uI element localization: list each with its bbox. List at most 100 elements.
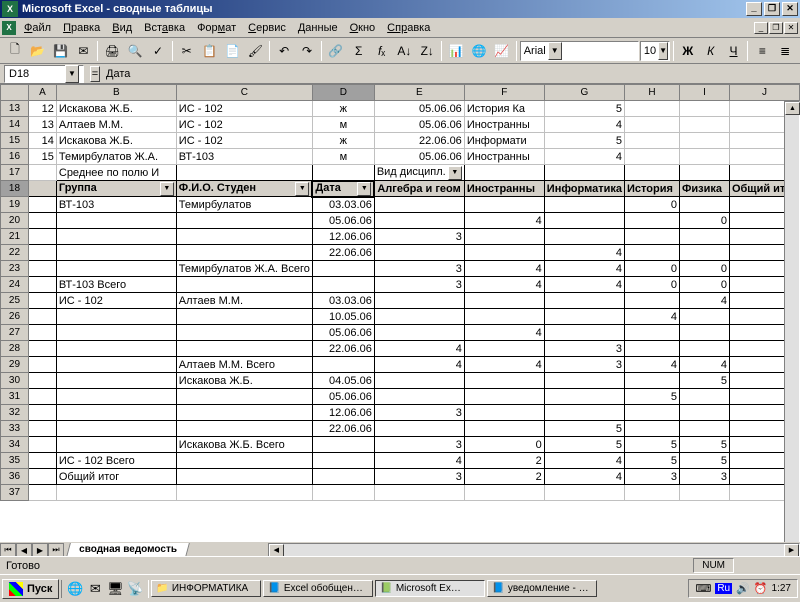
cell[interactable] bbox=[544, 325, 624, 341]
scroll-up-button[interactable]: ▲ bbox=[785, 102, 800, 115]
task-excel-active[interactable]: 📗Microsoft Ex… bbox=[375, 580, 485, 597]
cell[interactable]: 5 bbox=[679, 437, 729, 453]
open-button[interactable]: 📂 bbox=[27, 40, 49, 62]
cell[interactable] bbox=[679, 405, 729, 421]
cell[interactable]: 13 bbox=[28, 117, 56, 133]
cell[interactable] bbox=[679, 133, 729, 149]
col-header-i[interactable]: I bbox=[679, 85, 729, 101]
cell[interactable]: ж bbox=[312, 101, 374, 117]
cell[interactable]: 5 bbox=[625, 389, 680, 405]
cell[interactable]: Физика bbox=[679, 181, 729, 197]
cell[interactable] bbox=[312, 453, 374, 469]
align-center-button[interactable]: ≣ bbox=[774, 40, 796, 62]
cell[interactable] bbox=[374, 389, 464, 405]
cell[interactable] bbox=[679, 325, 729, 341]
cell[interactable]: 4 bbox=[464, 261, 544, 277]
task-folder[interactable]: 📁ИНФОРМАТИКА bbox=[151, 580, 261, 597]
dropdown-icon[interactable]: ▼ bbox=[160, 182, 174, 196]
cell[interactable] bbox=[312, 261, 374, 277]
cell[interactable]: 03.03.06 bbox=[312, 197, 374, 213]
cell[interactable] bbox=[464, 197, 544, 213]
cell[interactable] bbox=[464, 245, 544, 261]
row-header[interactable]: 34 bbox=[1, 437, 29, 453]
cell[interactable] bbox=[176, 389, 312, 405]
align-left-button[interactable]: ≡ bbox=[751, 40, 773, 62]
save-button[interactable]: 💾 bbox=[50, 40, 72, 62]
cell[interactable] bbox=[374, 213, 464, 229]
col-header-a[interactable]: A bbox=[28, 85, 56, 101]
cell[interactable]: 4 bbox=[464, 277, 544, 293]
redo-button[interactable]: ↷ bbox=[296, 40, 318, 62]
cell[interactable]: История bbox=[625, 181, 680, 197]
cell[interactable]: 4 bbox=[464, 357, 544, 373]
cell[interactable] bbox=[544, 389, 624, 405]
cell[interactable]: м bbox=[312, 149, 374, 165]
row-header[interactable]: 33 bbox=[1, 421, 29, 437]
row-header[interactable]: 35 bbox=[1, 453, 29, 469]
cell[interactable]: 4 bbox=[544, 469, 624, 485]
cell[interactable] bbox=[679, 421, 729, 437]
pivot-group-field[interactable]: Группа▼ bbox=[56, 181, 176, 197]
cell[interactable]: 05.06.06 bbox=[312, 389, 374, 405]
cell[interactable]: 12 bbox=[28, 101, 56, 117]
row-header[interactable]: 25 bbox=[1, 293, 29, 309]
copy-button[interactable]: 📋 bbox=[199, 40, 221, 62]
cell[interactable]: 04.05.06 bbox=[312, 373, 374, 389]
chevron-down-icon[interactable]: ▼ bbox=[548, 42, 562, 60]
pivot-col-field[interactable]: Вид дисципл.▼ bbox=[374, 165, 464, 181]
cell[interactable] bbox=[625, 341, 680, 357]
cell[interactable] bbox=[625, 405, 680, 421]
cell[interactable]: 12.06.06 bbox=[312, 229, 374, 245]
col-header-d[interactable]: D bbox=[312, 85, 374, 101]
cell[interactable]: Алтаев М.М. Всего bbox=[176, 357, 312, 373]
cell[interactable]: 05.06.06 bbox=[312, 325, 374, 341]
sort-desc-button[interactable]: Z↓ bbox=[416, 40, 438, 62]
cell[interactable] bbox=[679, 245, 729, 261]
cell[interactable]: ИС - 102 bbox=[176, 133, 312, 149]
cell[interactable]: 0 bbox=[625, 277, 680, 293]
cell[interactable]: 4 bbox=[544, 277, 624, 293]
cell[interactable]: 4 bbox=[464, 325, 544, 341]
cell[interactable] bbox=[625, 117, 680, 133]
cell[interactable]: м bbox=[312, 117, 374, 133]
cell[interactable] bbox=[464, 229, 544, 245]
pivot-date-field[interactable]: Дата▼ bbox=[312, 181, 374, 197]
cell[interactable]: 3 bbox=[544, 341, 624, 357]
cell[interactable]: Темирбулатов bbox=[176, 197, 312, 213]
menu-insert[interactable]: Вставка bbox=[138, 20, 191, 36]
row-header[interactable]: 13 bbox=[1, 101, 29, 117]
cell[interactable]: 3 bbox=[374, 405, 464, 421]
cell[interactable] bbox=[679, 341, 729, 357]
cell[interactable]: 0 bbox=[679, 213, 729, 229]
cell[interactable] bbox=[56, 373, 176, 389]
tray-clock[interactable]: 1:27 bbox=[772, 583, 791, 594]
cell[interactable] bbox=[464, 341, 544, 357]
dropdown-icon[interactable]: ▼ bbox=[448, 166, 462, 180]
font-size-combo[interactable]: 10 ▼ bbox=[640, 41, 670, 61]
cell[interactable] bbox=[56, 437, 176, 453]
row-header[interactable]: 21 bbox=[1, 229, 29, 245]
cell[interactable] bbox=[625, 325, 680, 341]
pivot-name-field[interactable]: Ф.И.О. Студен▼ bbox=[176, 181, 312, 197]
cell[interactable]: 0 bbox=[679, 277, 729, 293]
cell[interactable]: 4 bbox=[544, 261, 624, 277]
cell[interactable] bbox=[464, 405, 544, 421]
cell[interactable] bbox=[464, 421, 544, 437]
row-header[interactable]: 36 bbox=[1, 469, 29, 485]
pivot-button[interactable]: 📈 bbox=[491, 40, 513, 62]
scroll-right-button[interactable]: ▶ bbox=[784, 544, 799, 557]
doc-close-button[interactable]: ✕ bbox=[784, 22, 798, 34]
cell[interactable] bbox=[176, 325, 312, 341]
cell[interactable]: Темирбулатов Ж.А. bbox=[56, 149, 176, 165]
cell[interactable] bbox=[374, 197, 464, 213]
col-header-j[interactable]: J bbox=[729, 85, 799, 101]
row-header[interactable]: 19 bbox=[1, 197, 29, 213]
map-button[interactable]: 🌐 bbox=[468, 40, 490, 62]
cell[interactable] bbox=[464, 309, 544, 325]
cell[interactable] bbox=[679, 101, 729, 117]
cell[interactable]: 12.06.06 bbox=[312, 405, 374, 421]
sum-button[interactable]: Σ bbox=[348, 40, 370, 62]
cell[interactable]: 3 bbox=[374, 277, 464, 293]
cell[interactable] bbox=[176, 309, 312, 325]
cell[interactable] bbox=[464, 373, 544, 389]
